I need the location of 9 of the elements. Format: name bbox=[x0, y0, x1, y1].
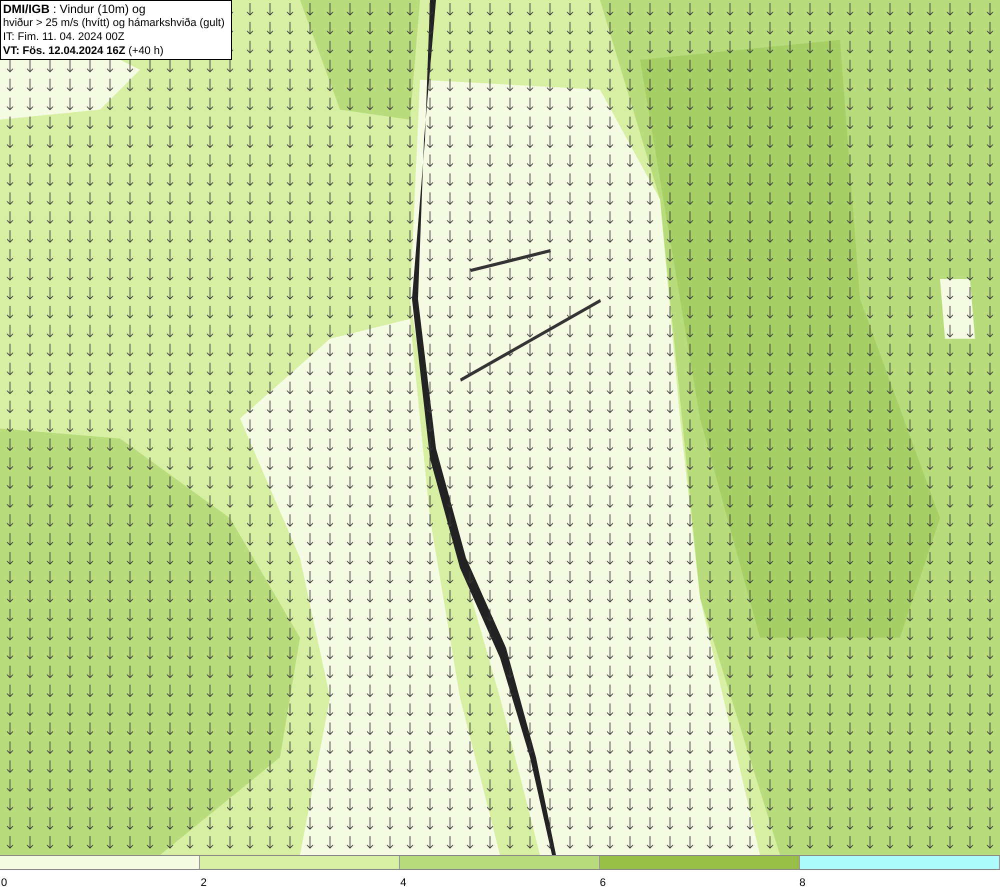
legend-text: DMI/IGB : Vindur (10m) og bbox=[3, 2, 146, 16]
scale-label: 4 bbox=[400, 877, 406, 887]
legend-text: hviður > 25 m/s (hvítt) og hámarkshviða (gult) bbox=[3, 16, 226, 30]
legend-text: VT: Fös. 12.04.2024 16Z (+40 h) bbox=[3, 44, 165, 58]
scale-label: 2 bbox=[200, 877, 207, 887]
scale-label: 0 bbox=[1, 877, 8, 887]
scale-label: 8 bbox=[799, 877, 806, 887]
scale-label: 6 bbox=[600, 877, 606, 887]
legend-text: IT: Fim. 11. 04. 2024 00Z bbox=[3, 30, 126, 44]
